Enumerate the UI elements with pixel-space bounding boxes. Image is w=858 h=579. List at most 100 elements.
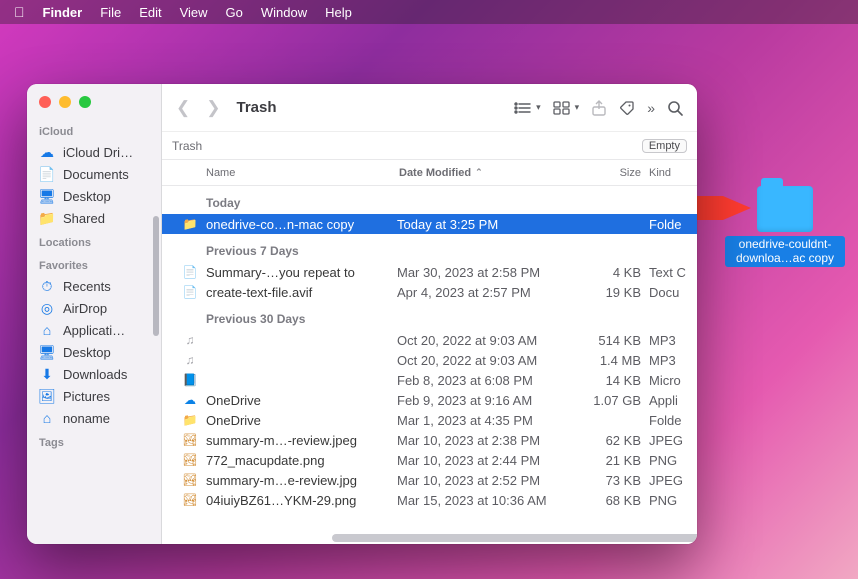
menubar-item-window[interactable]: Window: [261, 5, 307, 20]
txt-icon: 📄: [182, 264, 198, 280]
sidebar-item[interactable]: ⬇Downloads: [27, 363, 161, 385]
file-size: 62 KB: [569, 433, 649, 448]
sidebar-item[interactable]: 🖼Pictures: [27, 385, 161, 407]
file-size: 1.07 GB: [569, 393, 649, 408]
file-list[interactable]: Today📁onedrive-co…n-mac copyToday at 3:2…: [162, 186, 697, 544]
menubar-item-file[interactable]: File: [100, 5, 121, 20]
table-row[interactable]: 📄create-text-file.avifApr 4, 2023 at 2:5…: [162, 282, 697, 302]
sidebar-item-label: Documents: [63, 167, 129, 182]
chevron-down-icon: ▾: [575, 102, 580, 113]
file-kind: Appli: [649, 393, 697, 408]
search-icon: [667, 100, 683, 116]
sidebar-item[interactable]: ⌂Applicati…: [27, 319, 161, 341]
table-row[interactable]: ♫Oct 20, 2022 at 9:03 AM514 KBMP3: [162, 330, 697, 350]
sidebar-item-label: Desktop: [63, 345, 111, 360]
table-row[interactable]: 🏞04iuiyBZ61…YKM-29.pngMar 15, 2023 at 10…: [162, 490, 697, 510]
tag-button[interactable]: [619, 100, 635, 116]
column-header-name[interactable]: Name: [206, 167, 397, 179]
menubar-item-help[interactable]: Help: [325, 5, 352, 20]
file-name: summary-m…e-review.jpg: [206, 473, 397, 488]
table-row[interactable]: 🏞772_macupdate.pngMar 10, 2023 at 2:44 P…: [162, 450, 697, 470]
png-icon: 🏞: [182, 452, 198, 468]
column-header-date-modified[interactable]: Date Modified⌃: [397, 167, 569, 179]
sidebar-item[interactable]: ⌂noname: [27, 407, 161, 429]
horizontal-scrollbar[interactable]: [332, 534, 693, 542]
menubar-item-view[interactable]: View: [180, 5, 208, 20]
sidebar-item-label: Desktop: [63, 189, 111, 204]
table-row[interactable]: 📘Feb 8, 2023 at 6:08 PM14 KBMicro: [162, 370, 697, 390]
menubar-item-go[interactable]: Go: [226, 5, 243, 20]
file-date: Mar 10, 2023 at 2:52 PM: [397, 473, 569, 488]
file-date: Oct 20, 2022 at 9:03 AM: [397, 353, 569, 368]
close-button[interactable]: [39, 96, 51, 108]
sidebar-item-label: Recents: [63, 279, 111, 294]
minimize-button[interactable]: [59, 96, 71, 108]
empty-trash-button[interactable]: Empty: [642, 139, 687, 153]
group-by-button[interactable]: ▾: [553, 101, 580, 115]
file-date: Today at 3:25 PM: [397, 217, 569, 232]
window-title: Trash: [237, 99, 277, 116]
sidebar-item[interactable]: ☁︎iCloud Dri…: [27, 141, 161, 163]
table-row[interactable]: 🏞summary-m…-review.jpegMar 10, 2023 at 2…: [162, 430, 697, 450]
desktop-folder-item[interactable]: onedrive-couldnt-downloa…ac copy: [725, 186, 845, 267]
cloud-icon: ☁︎: [39, 144, 55, 160]
share-button[interactable]: [591, 100, 607, 116]
file-kind: Micro: [649, 373, 697, 388]
sidebar-scrollbar[interactable]: [153, 216, 159, 336]
file-kind: Folde: [649, 217, 697, 232]
list-group-header: Previous 7 Days: [162, 234, 697, 262]
table-row[interactable]: 📁OneDriveMar 1, 2023 at 4:35 PMFolde: [162, 410, 697, 430]
file-kind: MP3: [649, 353, 697, 368]
file-kind: PNG: [649, 453, 697, 468]
file-name: OneDrive: [206, 393, 397, 408]
table-row[interactable]: 🏞 summary-m…e-review.jpgMar 10, 2023 at 2…: [162, 470, 697, 490]
sidebar-item[interactable]: 📁 Shared: [27, 207, 161, 229]
list-group-header: Today: [162, 186, 697, 214]
search-button[interactable]: [667, 100, 683, 116]
file-date: Mar 10, 2023 at 2:38 PM: [397, 433, 569, 448]
tag-icon: [619, 100, 635, 116]
sidebar-item[interactable]: 🖥 Desktop: [27, 185, 161, 207]
txt-icon: 📄: [182, 284, 198, 300]
menubar-item-edit[interactable]: Edit: [139, 5, 161, 20]
desktop-icon: 🖥: [39, 188, 55, 204]
file-name: summary-m…-review.jpeg: [206, 433, 397, 448]
file-size: 68 KB: [569, 493, 649, 508]
sidebar-item-label: Shared: [63, 211, 105, 226]
sidebar-item-label: AirDrop: [63, 301, 107, 316]
sidebar-section-header: Favorites: [27, 252, 161, 275]
toolbar: ❮ ❯ Trash ▾ ▾ »: [162, 84, 697, 132]
sidebar-item[interactable]: ◎ AirDrop: [27, 297, 161, 319]
menubar-appname[interactable]: Finder: [43, 5, 83, 20]
table-row[interactable]: ♫Oct 20, 2022 at 9:03 AM1.4 MBMP3: [162, 350, 697, 370]
folder-icon: 📁: [39, 210, 55, 226]
table-row[interactable]: 📁onedrive-co…n-mac copyToday at 3:25 PMF…: [162, 214, 697, 234]
table-row[interactable]: 📄 Summary-…you repeat toMar 30, 2023 at 2…: [162, 262, 697, 282]
column-headers: Name Date Modified⌃ Size Kind: [162, 160, 697, 186]
zoom-button[interactable]: [79, 96, 91, 108]
file-date: Feb 9, 2023 at 9:16 AM: [397, 393, 569, 408]
path-label: Trash: [172, 139, 202, 153]
clock-icon: ⏱: [39, 278, 55, 294]
column-header-kind[interactable]: Kind: [649, 167, 697, 179]
back-button[interactable]: ❮: [176, 98, 190, 118]
sidebar-item[interactable]: 📄Documents: [27, 163, 161, 185]
airdrop-icon: ◎: [39, 300, 55, 316]
view-list-button[interactable]: ▾: [514, 101, 541, 115]
column-header-size[interactable]: Size: [569, 167, 649, 179]
jpeg-icon: 🏞: [182, 472, 198, 488]
sidebar-section-header: Tags: [27, 429, 161, 452]
file-date: Mar 10, 2023 at 2:44 PM: [397, 453, 569, 468]
file-date: Mar 30, 2023 at 2:58 PM: [397, 265, 569, 280]
forward-button[interactable]: ❯: [206, 98, 220, 118]
sidebar-section-header: iCloud: [27, 118, 161, 141]
sidebar-item[interactable]: ⏱ Recents: [27, 275, 161, 297]
file-name: Summary-…you repeat to: [206, 265, 397, 280]
content-area: ❮ ❯ Trash ▾ ▾ » Tr: [162, 84, 697, 544]
app-icon: ⌂: [39, 322, 55, 338]
file-size: 21 KB: [569, 453, 649, 468]
table-row[interactable]: ☁︎OneDriveFeb 9, 2023 at 9:16 AM1.07 GBA…: [162, 390, 697, 410]
apple-menu-icon[interactable]: : [14, 4, 25, 20]
more-toolbar-button[interactable]: »: [647, 100, 655, 116]
sidebar-item[interactable]: 🖥Desktop: [27, 341, 161, 363]
